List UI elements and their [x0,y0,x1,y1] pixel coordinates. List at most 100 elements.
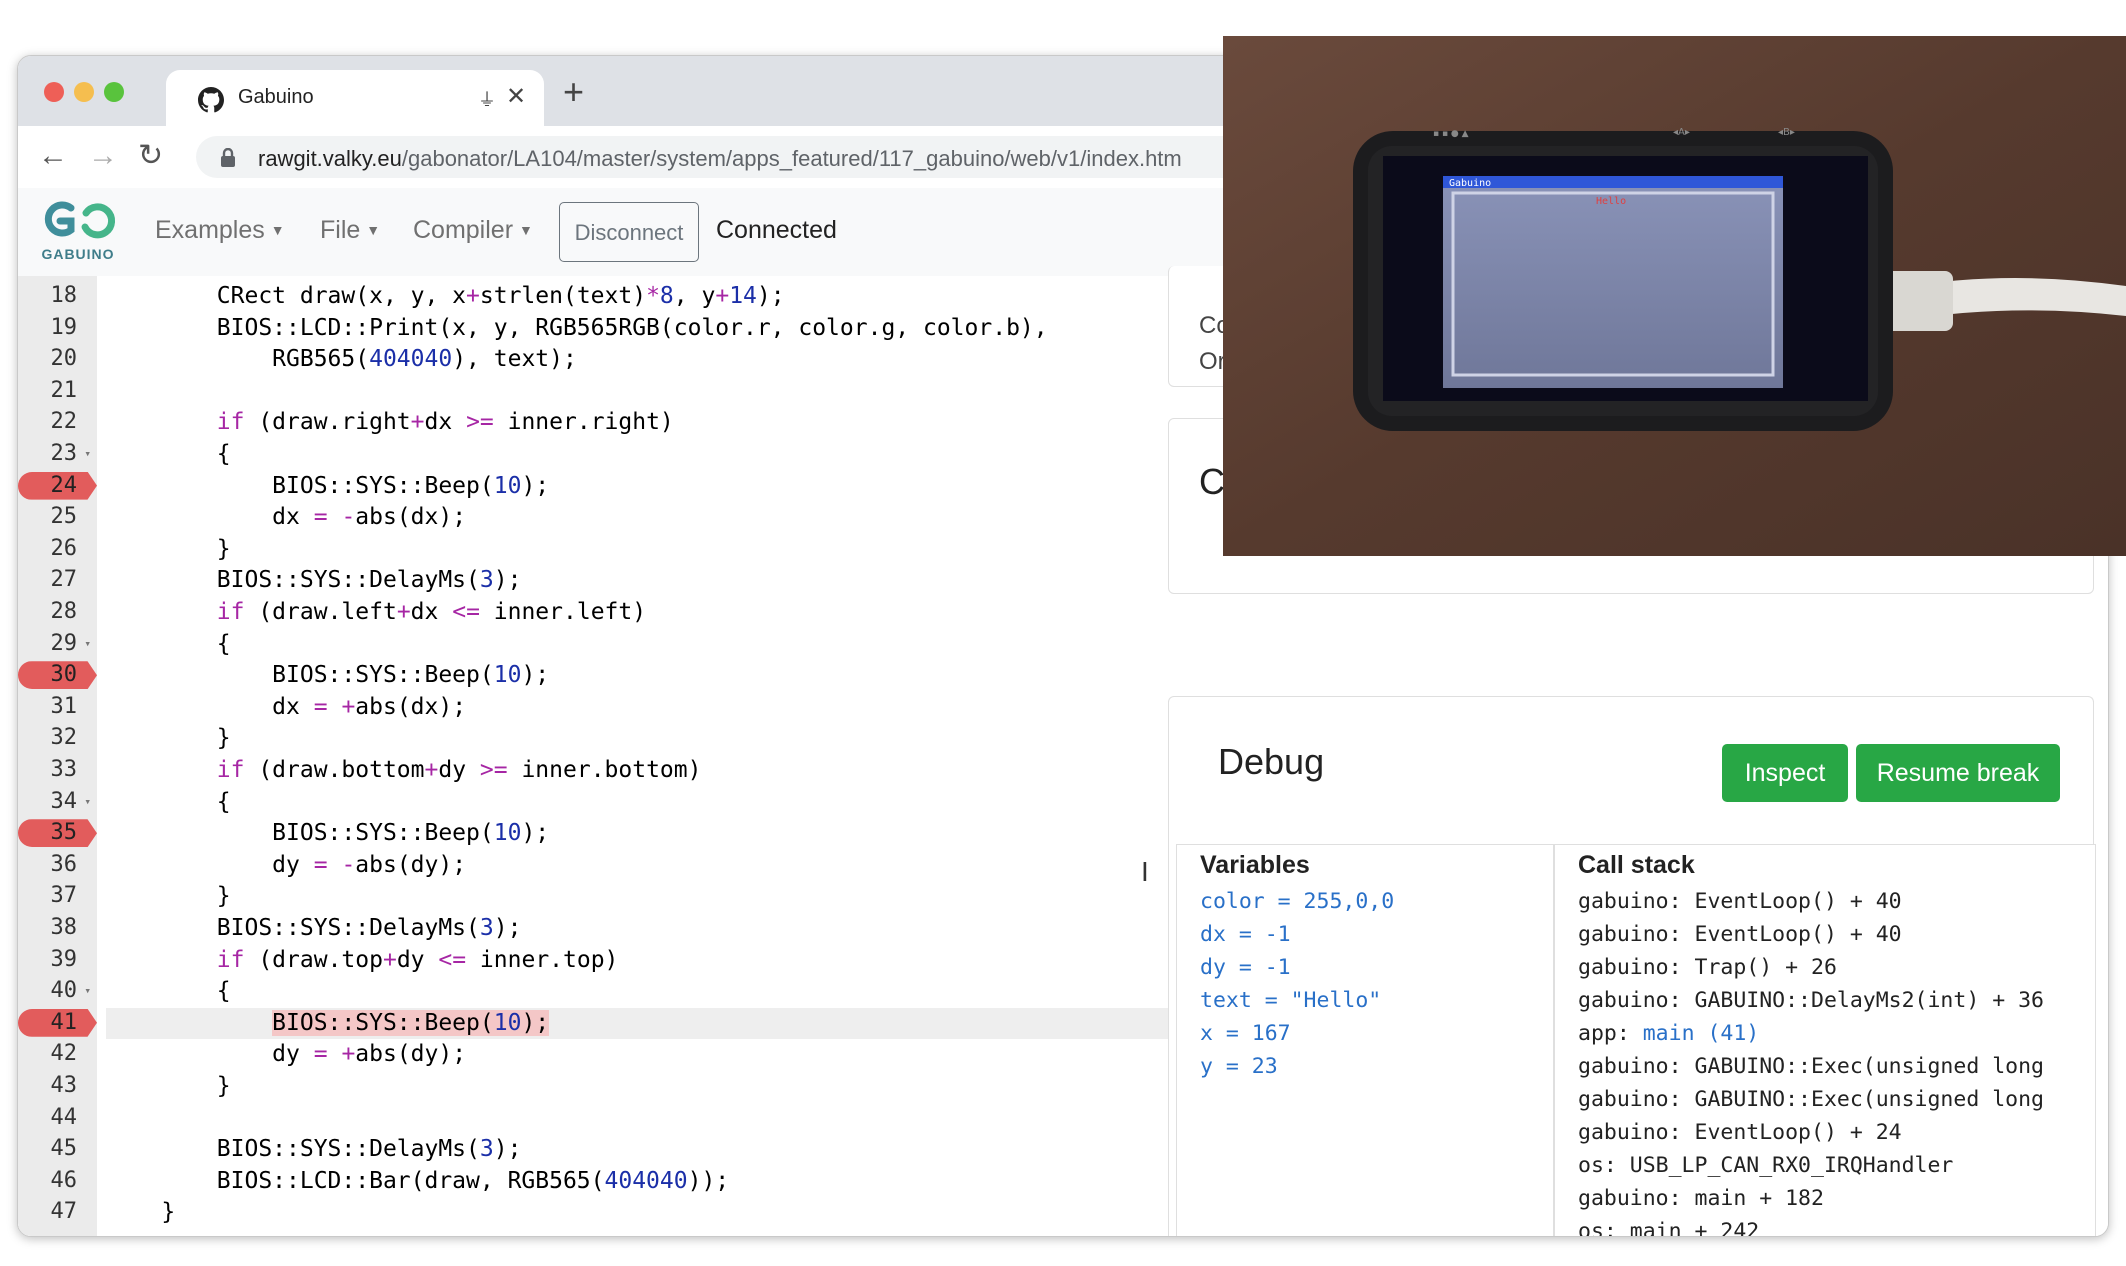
callstack-frame[interactable]: app: main (41) [1578,1021,1759,1046]
back-icon[interactable]: ← [38,136,68,176]
reload-icon[interactable]: ↻ [138,136,163,176]
code-line[interactable]: if (draw.left+dx <= inner.left) [106,597,1166,629]
gabuino-logo[interactable]: GABUINO [38,196,118,266]
code-line[interactable]: BIOS::SYS::Beep(10); [106,660,1166,692]
line-number[interactable]: 36 [18,850,97,880]
line-number[interactable]: 20 [18,344,97,374]
breakpoint-line-number[interactable]: 24 [18,471,97,501]
callstack-frame[interactable]: gabuino: EventLoop() + 40 [1578,922,1902,947]
callstack-frame[interactable]: os: USB_LP_CAN_RX0_IRQHandler [1578,1153,1953,1178]
zoom-window-button[interactable] [104,82,124,102]
breakpoint-line-number[interactable]: 35 [18,818,97,848]
code-line[interactable]: } [106,1197,1166,1229]
audio-icon[interactable]: ⏚ [478,86,496,112]
code-line[interactable]: BIOS::SYS::Beep(10); [106,1008,1166,1040]
line-number[interactable]: 38 [18,913,97,943]
code-line[interactable]: dx = +abs(dx); [106,692,1166,724]
line-number[interactable]: 25 [18,502,97,532]
line-number[interactable]: 33 [18,755,97,785]
variable-entry[interactable]: x = 167 [1200,1021,1291,1046]
variable-entry[interactable]: text = "Hello" [1200,988,1381,1013]
code-line[interactable]: BIOS::LCD::Print(x, y, RGB565RGB(color.r… [106,313,1166,345]
callstack-frame[interactable]: gabuino: GABUINO::Exec(unsigned long [1578,1054,2044,1079]
breakpoint-line-number[interactable]: 41 [18,1008,97,1038]
line-number[interactable]: 37 [18,881,97,911]
code-line[interactable]: { [106,629,1166,661]
code-line[interactable]: dy = +abs(dy); [106,1039,1166,1071]
code-line[interactable]: } [106,723,1166,755]
code-line[interactable]: } [106,881,1166,913]
line-number[interactable]: 19 [18,313,97,343]
line-number[interactable]: 40 ▾ [18,976,97,1006]
line-gutter[interactable]: 18 19 20 21 22 23 ▾ 24 25 26 27 28 29 ▾ 30 31 32 33 34 ▾ 35 3… [18,276,97,1236]
code-line[interactable]: BIOS::SYS::DelayMs(3); [106,1134,1166,1166]
code-line[interactable]: dy = -abs(dy); [106,850,1166,882]
line-number[interactable]: 28 [18,597,97,627]
menu-examples[interactable]: Examples ▼ [155,216,285,245]
line-number[interactable]: 46 [18,1166,97,1196]
code-line[interactable]: if (draw.right+dx >= inner.right) [106,407,1166,439]
code-line[interactable]: BIOS::SYS::Beep(10); [106,818,1166,850]
variable-entry[interactable]: dx = -1 [1200,922,1291,947]
variable-entry[interactable]: dy = -1 [1200,955,1291,980]
code-line[interactable]: RGB565(404040), text); [106,344,1166,376]
callstack-frame[interactable]: gabuino: Trap() + 26 [1578,955,1837,980]
code-line[interactable]: if (draw.bottom+dy >= inner.bottom) [106,755,1166,787]
code-line[interactable]: } [106,534,1166,566]
line-number[interactable]: 47 [18,1197,97,1227]
code-line[interactable]: dx = -abs(dx); [106,502,1166,534]
menu-compiler[interactable]: Compiler ▼ [413,216,533,245]
resume-break-button[interactable]: Resume break [1856,744,2060,802]
line-number[interactable]: 39 [18,945,97,975]
line-number[interactable]: 27 [18,565,97,595]
callstack-source-link[interactable]: main (41) [1643,1021,1760,1046]
disconnect-button[interactable]: Disconnect [559,202,699,262]
line-number[interactable]: 32 [18,723,97,753]
line-number[interactable]: 43 [18,1071,97,1101]
line-number[interactable]: 44 [18,1103,97,1133]
callstack-frame[interactable]: gabuino: GABUINO::DelayMs2(int) + 36 [1578,988,2044,1013]
fold-chevron-icon[interactable]: ▾ [84,976,91,1006]
line-number[interactable]: 42 [18,1039,97,1069]
code-line[interactable]: } [106,1071,1166,1103]
line-number[interactable]: 45 [18,1134,97,1164]
code-line[interactable]: BIOS::SYS::Beep(10); [106,471,1166,503]
tab-gabuino[interactable]: Gabuino ⏚ ✕ [166,70,544,126]
line-number[interactable]: 21 [18,376,97,406]
fold-chevron-icon[interactable]: ▾ [84,629,91,659]
line-number[interactable]: 31 [18,692,97,722]
minimize-window-button[interactable] [74,82,94,102]
code-line[interactable]: { [106,439,1166,471]
close-tab-icon[interactable]: ✕ [506,82,526,111]
code-line[interactable]: BIOS::LCD::Bar(draw, RGB565(404040)); [106,1166,1166,1198]
code-line[interactable]: { [106,976,1166,1008]
code-line[interactable] [106,1103,1166,1135]
code-line[interactable]: BIOS::SYS::DelayMs(3); [106,913,1166,945]
line-number[interactable]: 18 [18,281,97,311]
forward-icon[interactable]: → [88,136,118,176]
code-line[interactable]: CRect draw(x, y, x+strlen(text)*8, y+14)… [106,281,1166,313]
code-line[interactable]: BIOS::SYS::DelayMs(3); [106,565,1166,597]
line-number[interactable]: 34 ▾ [18,787,97,817]
code-line[interactable]: { [106,787,1166,819]
callstack-frame[interactable]: gabuino: main + 182 [1578,1186,1824,1211]
new-tab-button[interactable]: + [563,68,584,116]
inspect-button[interactable]: Inspect [1722,744,1848,802]
fold-chevron-icon[interactable]: ▾ [84,787,91,817]
code-line[interactable] [106,376,1166,408]
breakpoint-line-number[interactable]: 30 [18,660,97,690]
callstack-frame[interactable]: os: main + 242 [1578,1219,1759,1236]
line-number[interactable]: 29 ▾ [18,629,97,659]
line-number[interactable]: 22 [18,407,97,437]
menu-file[interactable]: File ▼ [320,216,380,245]
code-line[interactable]: if (draw.top+dy <= inner.top) [106,945,1166,977]
code-editor[interactable]: 18 19 20 21 22 23 ▾ 24 25 26 27 28 29 ▾ 30 31 32 33 34 ▾ 35 3… [18,276,1168,1236]
callstack-frame[interactable]: gabuino: EventLoop() + 24 [1578,1120,1902,1145]
variable-entry[interactable]: y = 23 [1200,1054,1278,1079]
callstack-frame[interactable]: gabuino: GABUINO::Exec(unsigned long [1578,1087,2044,1112]
fold-chevron-icon[interactable]: ▾ [84,439,91,469]
close-window-button[interactable] [44,82,64,102]
line-number[interactable]: 26 [18,534,97,564]
callstack-frame[interactable]: gabuino: EventLoop() + 40 [1578,889,1902,914]
line-number[interactable]: 23 ▾ [18,439,97,469]
